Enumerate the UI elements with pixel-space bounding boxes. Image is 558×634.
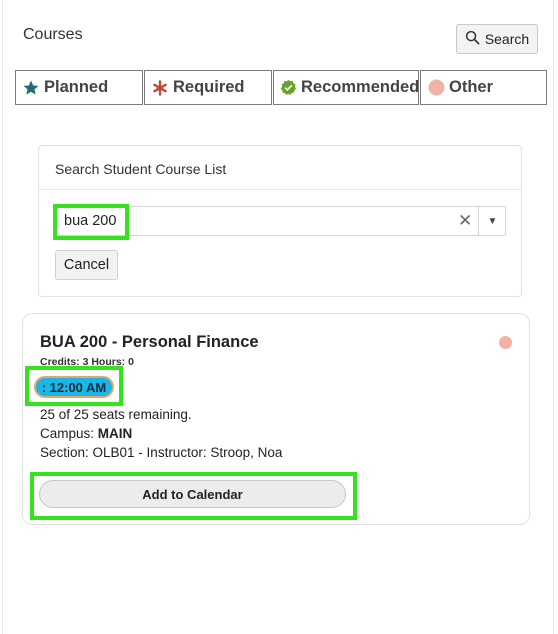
circle-icon [427, 79, 445, 97]
page-title: Courses [23, 26, 83, 43]
clear-icon[interactable]: ✕ [458, 211, 472, 231]
check-badge-icon [280, 79, 297, 97]
course-result-card: BUA 200 - Personal Finance Credits: 3 Ho… [22, 313, 530, 525]
course-credits: Credits: 3 Hours: 0 [40, 356, 134, 368]
meeting-time-pill[interactable]: : 12:00 AM [34, 376, 114, 398]
course-search-combobox[interactable]: bua 200 ✕ ▼ [53, 206, 506, 236]
filter-planned-button[interactable]: Planned [15, 70, 143, 105]
filter-other-label: Other [449, 78, 494, 96]
cancel-button[interactable]: Cancel [55, 250, 118, 280]
add-to-calendar-button[interactable]: Add to Calendar [39, 480, 346, 508]
filter-planned-label: Planned [44, 78, 109, 96]
campus-value: MAIN [97, 426, 133, 441]
search-button[interactable]: Search [456, 24, 538, 54]
other-category-dot-icon [499, 336, 512, 349]
category-filter-bar: Planned Required Recommended Other [15, 70, 547, 105]
dropdown-arrow-icon[interactable]: ▼ [478, 207, 506, 235]
search-course-list-card: Search Student Course List bua 200 ✕ ▼ C… [38, 145, 522, 297]
star-icon [22, 79, 40, 97]
filter-required-button[interactable]: Required [144, 70, 272, 105]
search-button-label: Search [484, 31, 530, 47]
filter-recommended-label: Recommended [301, 78, 420, 96]
campus-label: Campus: [40, 426, 98, 441]
asterisk-icon [151, 79, 169, 97]
seats-remaining: 25 of 25 seats remaining. [40, 407, 192, 422]
course-search-input[interactable]: bua 200 [64, 213, 116, 229]
course-panel: Courses Search Planned Required Recommen… [2, 0, 554, 634]
search-icon [465, 30, 480, 48]
search-card-heading: Search Student Course List [39, 146, 521, 190]
filter-other-button[interactable]: Other [420, 70, 547, 105]
section-instructor: Section: OLB01 - Instructor: Stroop, Noa [40, 445, 283, 460]
course-title: BUA 200 - Personal Finance [40, 333, 259, 351]
filter-required-label: Required [173, 78, 245, 96]
campus-line: Campus: MAIN [40, 426, 132, 441]
filter-recommended-button[interactable]: Recommended [273, 70, 419, 105]
